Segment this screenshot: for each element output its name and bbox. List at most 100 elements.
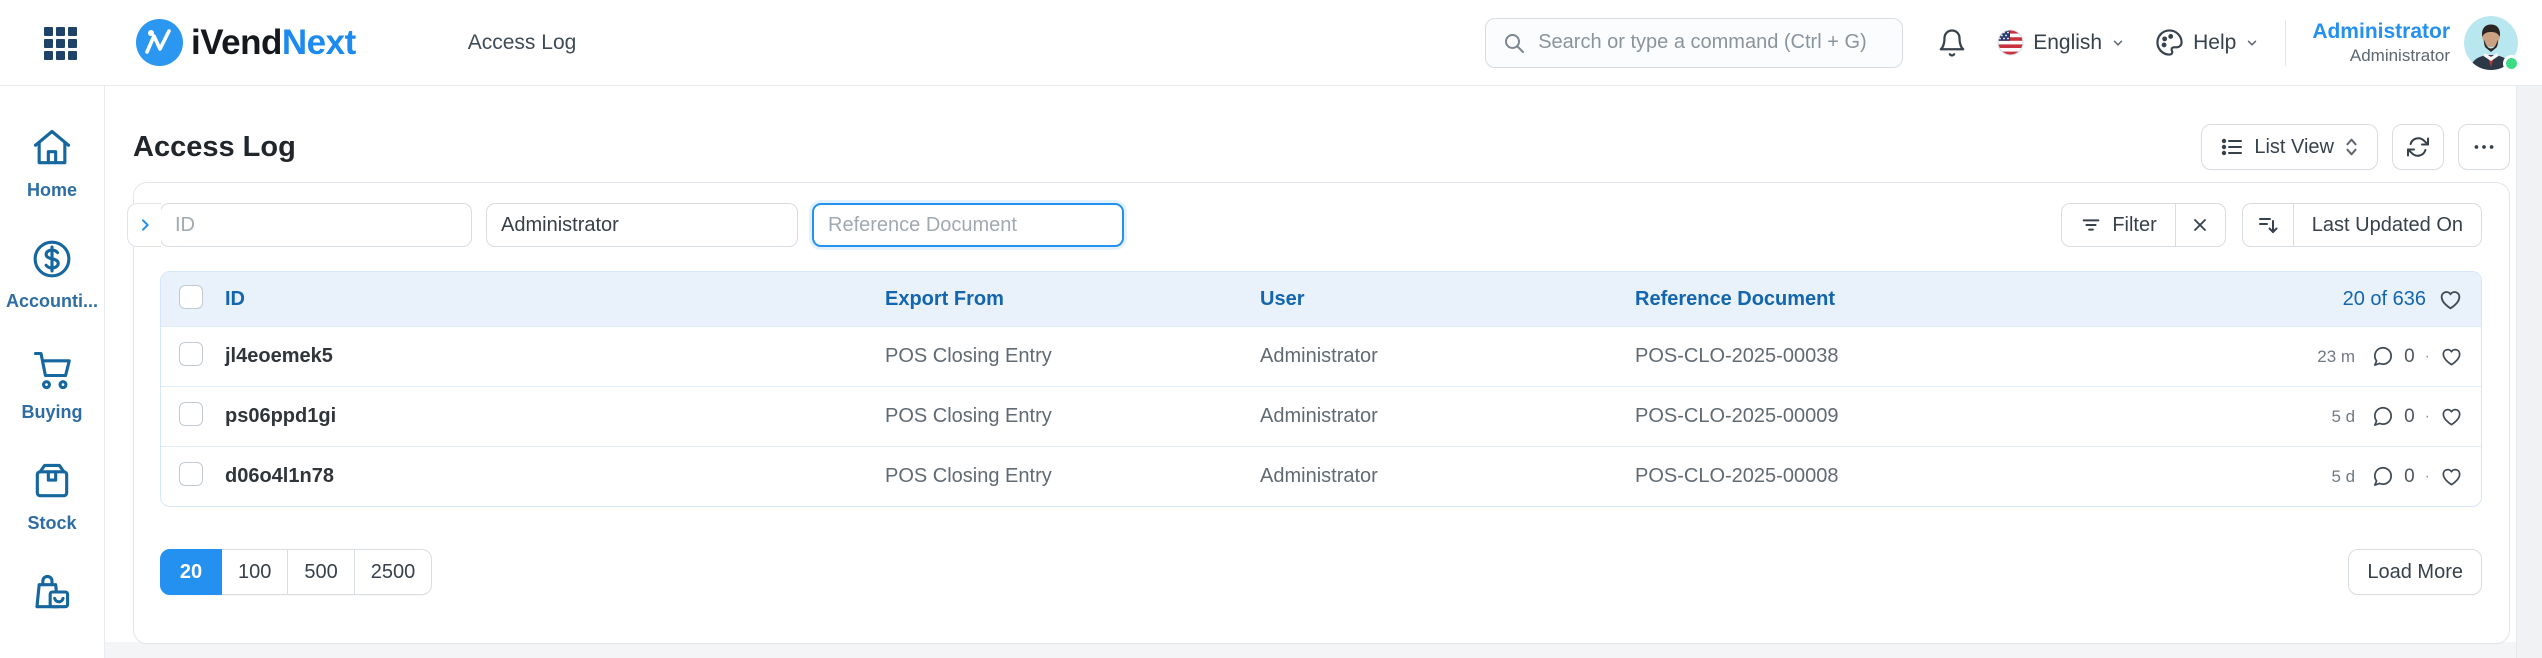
table-row[interactable]: jl4eoemek5 POS Closing Entry Administrat… bbox=[161, 326, 2481, 386]
vertical-scrollbar[interactable] bbox=[2516, 86, 2542, 658]
us-flag-icon bbox=[1997, 29, 2024, 56]
sort-descending-icon bbox=[2258, 218, 2278, 233]
row-export-from: POS Closing Entry bbox=[885, 405, 1052, 427]
comment-icon[interactable] bbox=[2371, 345, 2394, 368]
filter-id-input[interactable] bbox=[160, 203, 472, 247]
row-export-from: POS Closing Entry bbox=[885, 465, 1052, 487]
access-log-list: ID Export From User Reference Document 2… bbox=[160, 271, 2482, 507]
page-size-100[interactable]: 100 bbox=[222, 549, 289, 595]
close-icon bbox=[2194, 219, 2207, 231]
cart-icon bbox=[33, 351, 71, 390]
page-size-20[interactable]: 20 bbox=[160, 549, 222, 595]
help-label: Help bbox=[2193, 30, 2237, 54]
row-id-link[interactable]: jl4eoemek5 bbox=[225, 345, 885, 368]
comment-count: 0 bbox=[2404, 405, 2415, 427]
avatar[interactable] bbox=[2464, 15, 2520, 72]
language-label: English bbox=[2033, 30, 2103, 54]
view-switcher-button[interactable]: List View bbox=[2201, 124, 2378, 170]
column-header-user[interactable]: User bbox=[1260, 288, 1635, 311]
like-filter-heart-icon[interactable] bbox=[2438, 287, 2463, 312]
heart-icon[interactable] bbox=[2440, 345, 2463, 368]
brand-logo[interactable]: iVendNext bbox=[136, 19, 356, 66]
chevron-right-icon bbox=[141, 219, 149, 231]
help-menu[interactable]: Help bbox=[2155, 28, 2259, 57]
comment-icon[interactable] bbox=[2371, 405, 2394, 428]
row-user: Administrator bbox=[1260, 345, 1378, 367]
online-status-dot bbox=[2503, 54, 2520, 72]
sidebar-item-accounting[interactable]: Accounti... bbox=[6, 237, 98, 312]
comment-icon[interactable] bbox=[2371, 465, 2394, 488]
main-content: Access Log List View ID Administrator Re… bbox=[105, 86, 2542, 658]
sort-direction-button[interactable] bbox=[2241, 203, 2294, 247]
row-id-link[interactable]: ps06ppd1gi bbox=[225, 405, 885, 428]
sidebar-item-buying[interactable]: Buying bbox=[22, 348, 83, 423]
column-header-export-from[interactable]: Export From bbox=[885, 288, 1260, 311]
brand-name: iVendNext bbox=[191, 22, 356, 62]
row-export-from: POS Closing Entry bbox=[885, 345, 1052, 367]
column-header-reference-document[interactable]: Reference Document bbox=[1635, 288, 1835, 311]
filter-button[interactable]: Filter bbox=[2061, 203, 2176, 247]
sidebar-item-selling[interactable] bbox=[30, 570, 74, 624]
sidebar-item-home[interactable]: Home bbox=[27, 126, 77, 201]
column-header-id[interactable]: ID bbox=[225, 288, 885, 311]
refresh-icon bbox=[2407, 137, 2429, 157]
clear-filter-button[interactable] bbox=[2175, 203, 2226, 247]
row-reference: POS-CLO-2025-00038 bbox=[1635, 345, 1839, 367]
sidebar-item-label: Accounti... bbox=[5, 291, 98, 311]
user-role: Administrator bbox=[2349, 46, 2450, 65]
row-id-link[interactable]: d06o4l1n78 bbox=[225, 465, 885, 488]
list-view-card: Filter bbox=[127, 182, 2510, 644]
expand-sidebar-tab[interactable] bbox=[127, 203, 161, 247]
sidebar-item-stock[interactable]: Stock bbox=[27, 459, 77, 534]
table-row[interactable]: d06o4l1n78 POS Closing Entry Administrat… bbox=[161, 446, 2481, 506]
page-size-500[interactable]: 500 bbox=[288, 549, 355, 595]
updown-chevron-icon bbox=[2346, 138, 2357, 156]
module-sidebar: Home Accounti... Buying Stock bbox=[0, 86, 105, 658]
row-checkbox[interactable] bbox=[179, 342, 203, 366]
chevron-down-icon bbox=[2113, 39, 2123, 46]
load-more-button[interactable]: Load More bbox=[2348, 549, 2482, 595]
heart-icon[interactable] bbox=[2440, 405, 2463, 428]
menu-ellipsis-button[interactable] bbox=[2458, 124, 2510, 170]
row-modified-time: 5 d bbox=[2331, 466, 2356, 486]
result-count[interactable]: 20 of 636 bbox=[2343, 288, 2426, 311]
heart-icon[interactable] bbox=[2440, 465, 2463, 488]
table-row[interactable]: ps06ppd1gi POS Closing Entry Administrat… bbox=[161, 386, 2481, 446]
sort-field-button[interactable]: Last Updated On bbox=[2293, 203, 2482, 247]
page-size-selector: 20 100 500 2500 bbox=[160, 549, 433, 595]
brand-mark-icon bbox=[136, 19, 183, 66]
filter-icon bbox=[2082, 219, 2100, 231]
search-input[interactable] bbox=[1538, 31, 1879, 54]
filter-label: Filter bbox=[2112, 213, 2157, 236]
row-user: Administrator bbox=[1260, 405, 1378, 427]
user-name: Administrator bbox=[2312, 19, 2450, 43]
box-icon bbox=[35, 463, 69, 498]
language-selector[interactable]: English bbox=[1997, 29, 2125, 56]
bag-icon bbox=[35, 574, 70, 609]
page-title: Access Log bbox=[133, 130, 296, 163]
home-icon bbox=[33, 129, 71, 165]
comment-count: 0 bbox=[2404, 465, 2415, 487]
row-checkbox[interactable] bbox=[179, 402, 203, 426]
view-switcher-label: List View bbox=[2254, 135, 2334, 158]
breadcrumb[interactable]: Access Log bbox=[468, 31, 577, 55]
sidebar-item-label: Home bbox=[26, 180, 77, 200]
filter-user-input[interactable] bbox=[486, 203, 798, 247]
row-checkbox[interactable] bbox=[179, 462, 203, 486]
row-user: Administrator bbox=[1260, 465, 1378, 487]
meta-separator: · bbox=[2424, 347, 2430, 365]
sidebar-item-label: Stock bbox=[27, 513, 77, 533]
select-all-checkbox[interactable] bbox=[179, 284, 203, 309]
refresh-button[interactable] bbox=[2392, 124, 2444, 170]
list-header-row: ID Export From User Reference Document 2… bbox=[161, 272, 2481, 326]
global-search[interactable] bbox=[1485, 17, 1904, 68]
row-modified-time: 23 m bbox=[2317, 346, 2356, 366]
row-modified-time: 5 d bbox=[2331, 406, 2356, 426]
user-menu[interactable]: Administrator Administrator bbox=[2312, 19, 2450, 67]
apps-grid-icon[interactable] bbox=[40, 23, 80, 63]
ellipsis-icon bbox=[2474, 145, 2494, 149]
notifications-bell-icon[interactable] bbox=[1937, 28, 1967, 58]
page-size-2500[interactable]: 2500 bbox=[354, 549, 433, 595]
filter-reference-document-input[interactable] bbox=[812, 203, 1124, 247]
divider bbox=[2285, 19, 2287, 66]
